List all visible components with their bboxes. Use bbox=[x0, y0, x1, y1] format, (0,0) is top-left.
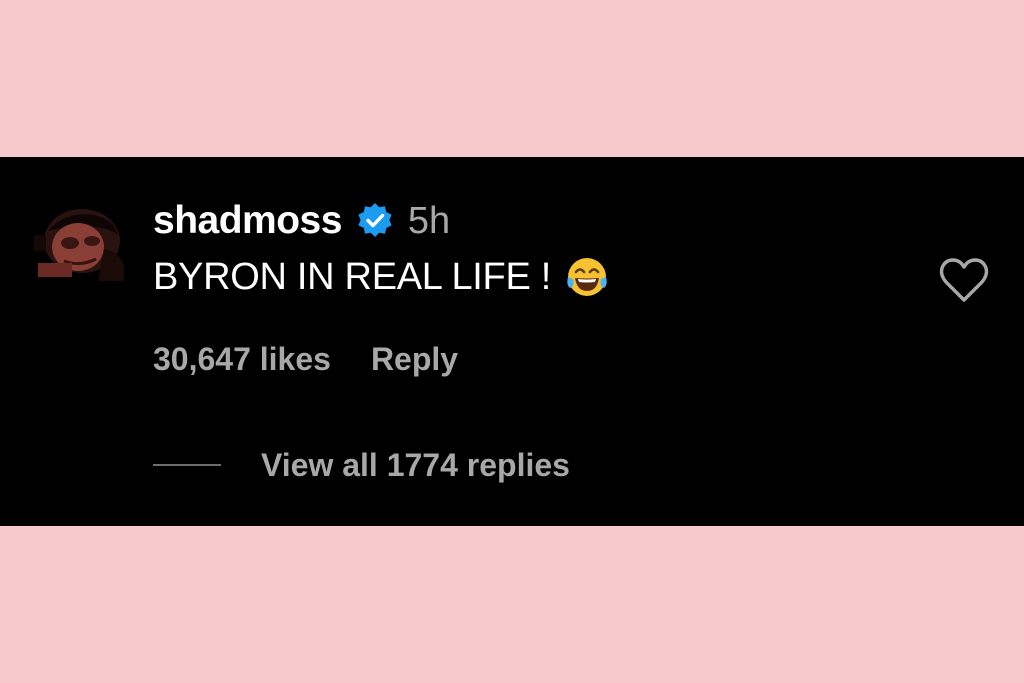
username[interactable]: shadmoss bbox=[153, 199, 342, 243]
timestamp: 5h bbox=[407, 199, 451, 242]
heart-outline-icon bbox=[939, 258, 989, 302]
reply-button[interactable]: Reply bbox=[371, 341, 458, 378]
verified-badge-icon bbox=[356, 202, 394, 240]
comment-meta: 30,647 likes Reply bbox=[153, 336, 458, 382]
comment-header: shadmoss 5h bbox=[153, 196, 450, 246]
page: shadmoss 5h BYRON IN REAL LIFE ! 30,647 … bbox=[0, 0, 1024, 683]
replies-divider bbox=[153, 464, 221, 466]
face-with-tears-of-joy-icon bbox=[565, 255, 609, 299]
comment-body: BYRON IN REAL LIFE ! bbox=[153, 252, 609, 302]
view-replies-button[interactable]: View all 1774 replies bbox=[153, 442, 570, 488]
like-button[interactable] bbox=[938, 256, 990, 304]
avatar[interactable] bbox=[34, 205, 126, 281]
comment-text: BYRON IN REAL LIFE ! bbox=[153, 255, 552, 298]
likes-count[interactable]: 30,647 likes bbox=[153, 341, 331, 378]
view-replies-label: View all 1774 replies bbox=[261, 446, 570, 483]
